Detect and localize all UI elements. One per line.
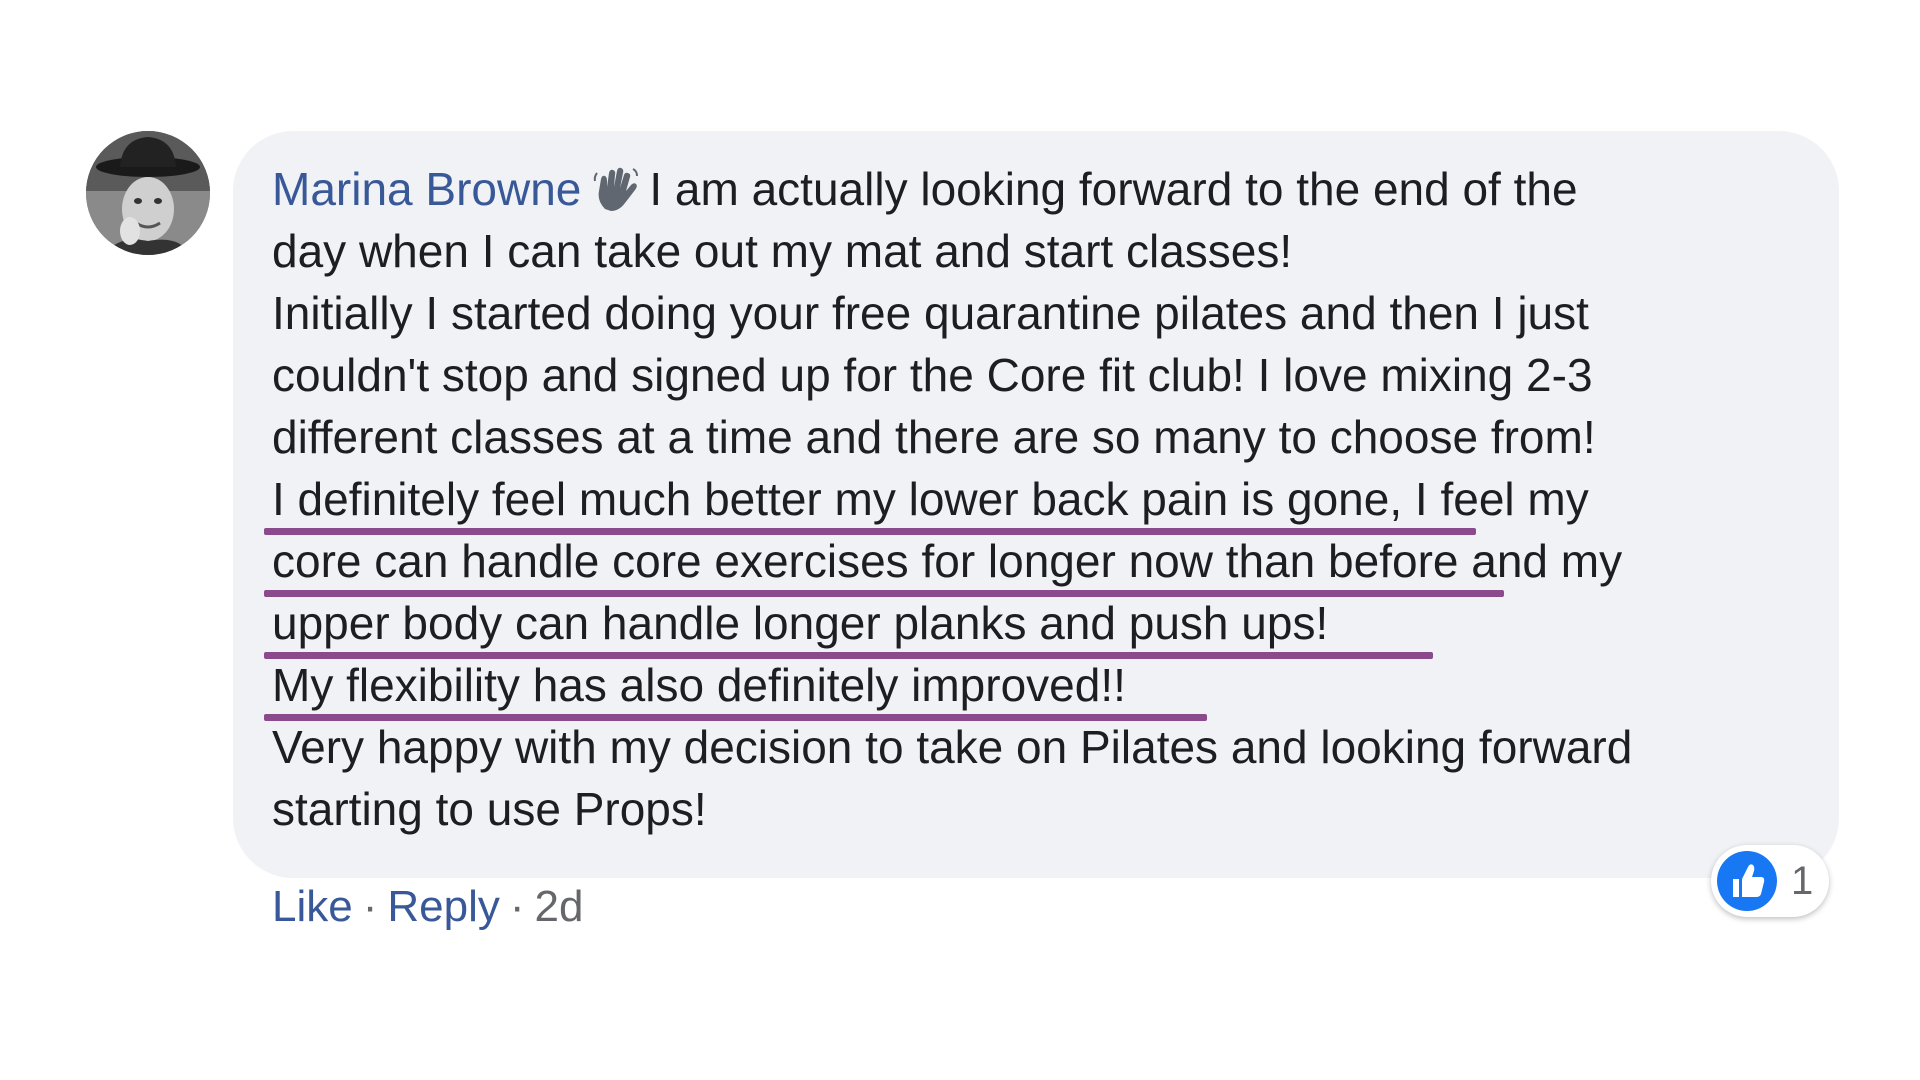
comment-line: starting to use Props!: [272, 783, 707, 835]
author-name[interactable]: Marina Browne: [272, 163, 581, 215]
comment-line: Initially I started doing your free quar…: [272, 287, 1589, 339]
comment-line: couldn't stop and signed up for the Core…: [272, 349, 1593, 401]
reply-link[interactable]: Reply: [387, 882, 500, 931]
comment-line: day when I can take out my mat and start…: [272, 225, 1293, 277]
separator-dot: ·: [362, 882, 378, 931]
timestamp[interactable]: 2d: [535, 882, 584, 931]
highlighted-line: core can handle core exercises for longe…: [264, 530, 1812, 597]
comment-line: Very happy with my decision to take on P…: [272, 721, 1633, 773]
highlighted-line: upper body can handle longer planks and …: [264, 592, 1812, 659]
waving-hand-icon: [594, 167, 639, 211]
reactions-badge[interactable]: 1: [1711, 845, 1829, 917]
comment-actions: Like · Reply · 2d: [272, 882, 583, 932]
avatar-photo: [86, 131, 210, 255]
comment-body: Marina Browne I am actually looking forwa…: [264, 158, 1812, 840]
like-link[interactable]: Like: [272, 882, 353, 931]
comment-line: Marina Browne I am actually looking forwa…: [272, 163, 1578, 215]
reaction-count: 1: [1791, 859, 1814, 903]
highlighted-line: I definitely feel much better my lower b…: [264, 468, 1812, 535]
avatar[interactable]: [86, 131, 210, 255]
highlighted-line: My flexibility has also definitely impro…: [264, 654, 1812, 721]
separator-dot: ·: [509, 882, 525, 931]
highlight-underline: [264, 714, 1207, 721]
comment-line: different classes at a time and there ar…: [272, 411, 1596, 463]
thumbs-up-icon: [1717, 851, 1777, 911]
